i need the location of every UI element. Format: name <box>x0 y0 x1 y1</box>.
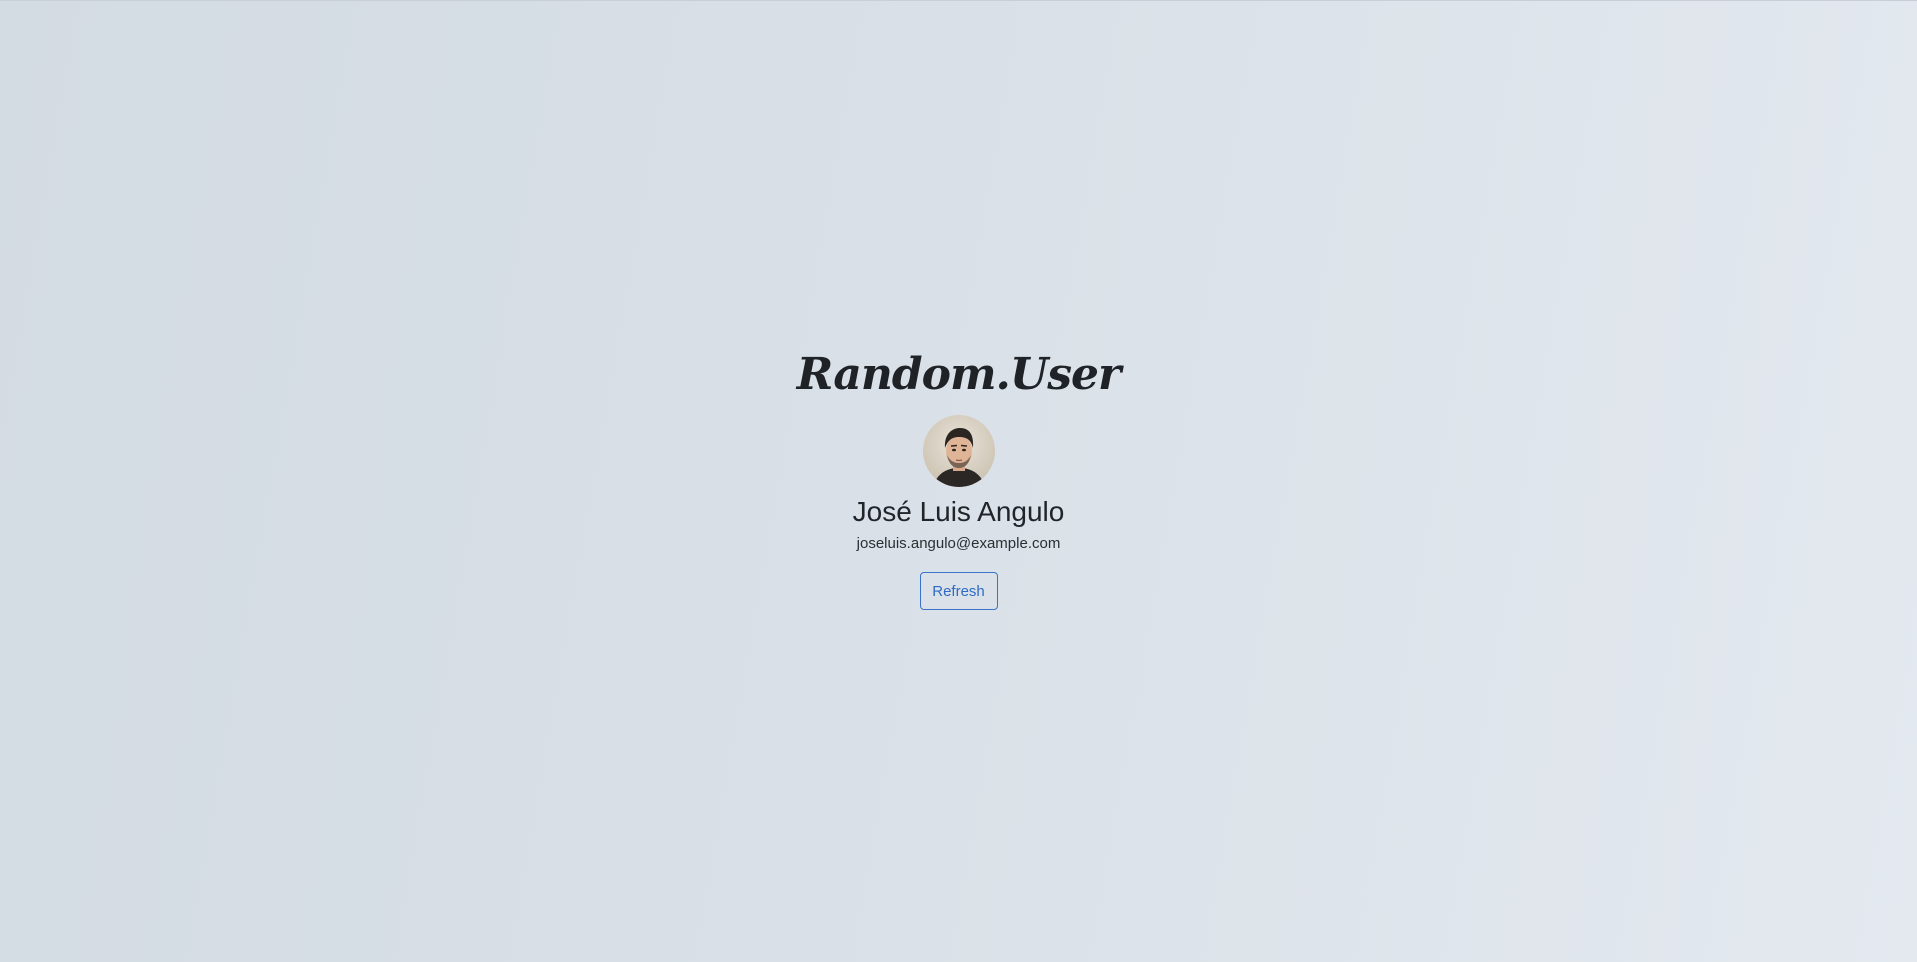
top-divider <box>0 0 1917 1</box>
user-name: José Luis Angulo <box>852 496 1065 527</box>
avatar <box>922 415 995 487</box>
person-portrait-icon <box>932 428 985 487</box>
page-title: Random.User <box>796 349 1121 400</box>
refresh-button[interactable]: Refresh <box>919 572 998 610</box>
user-email: joseluis.angulo@example.com <box>856 535 1061 552</box>
user-card: Random.User José Luis Angulo joseluis.an… <box>0 345 1917 610</box>
